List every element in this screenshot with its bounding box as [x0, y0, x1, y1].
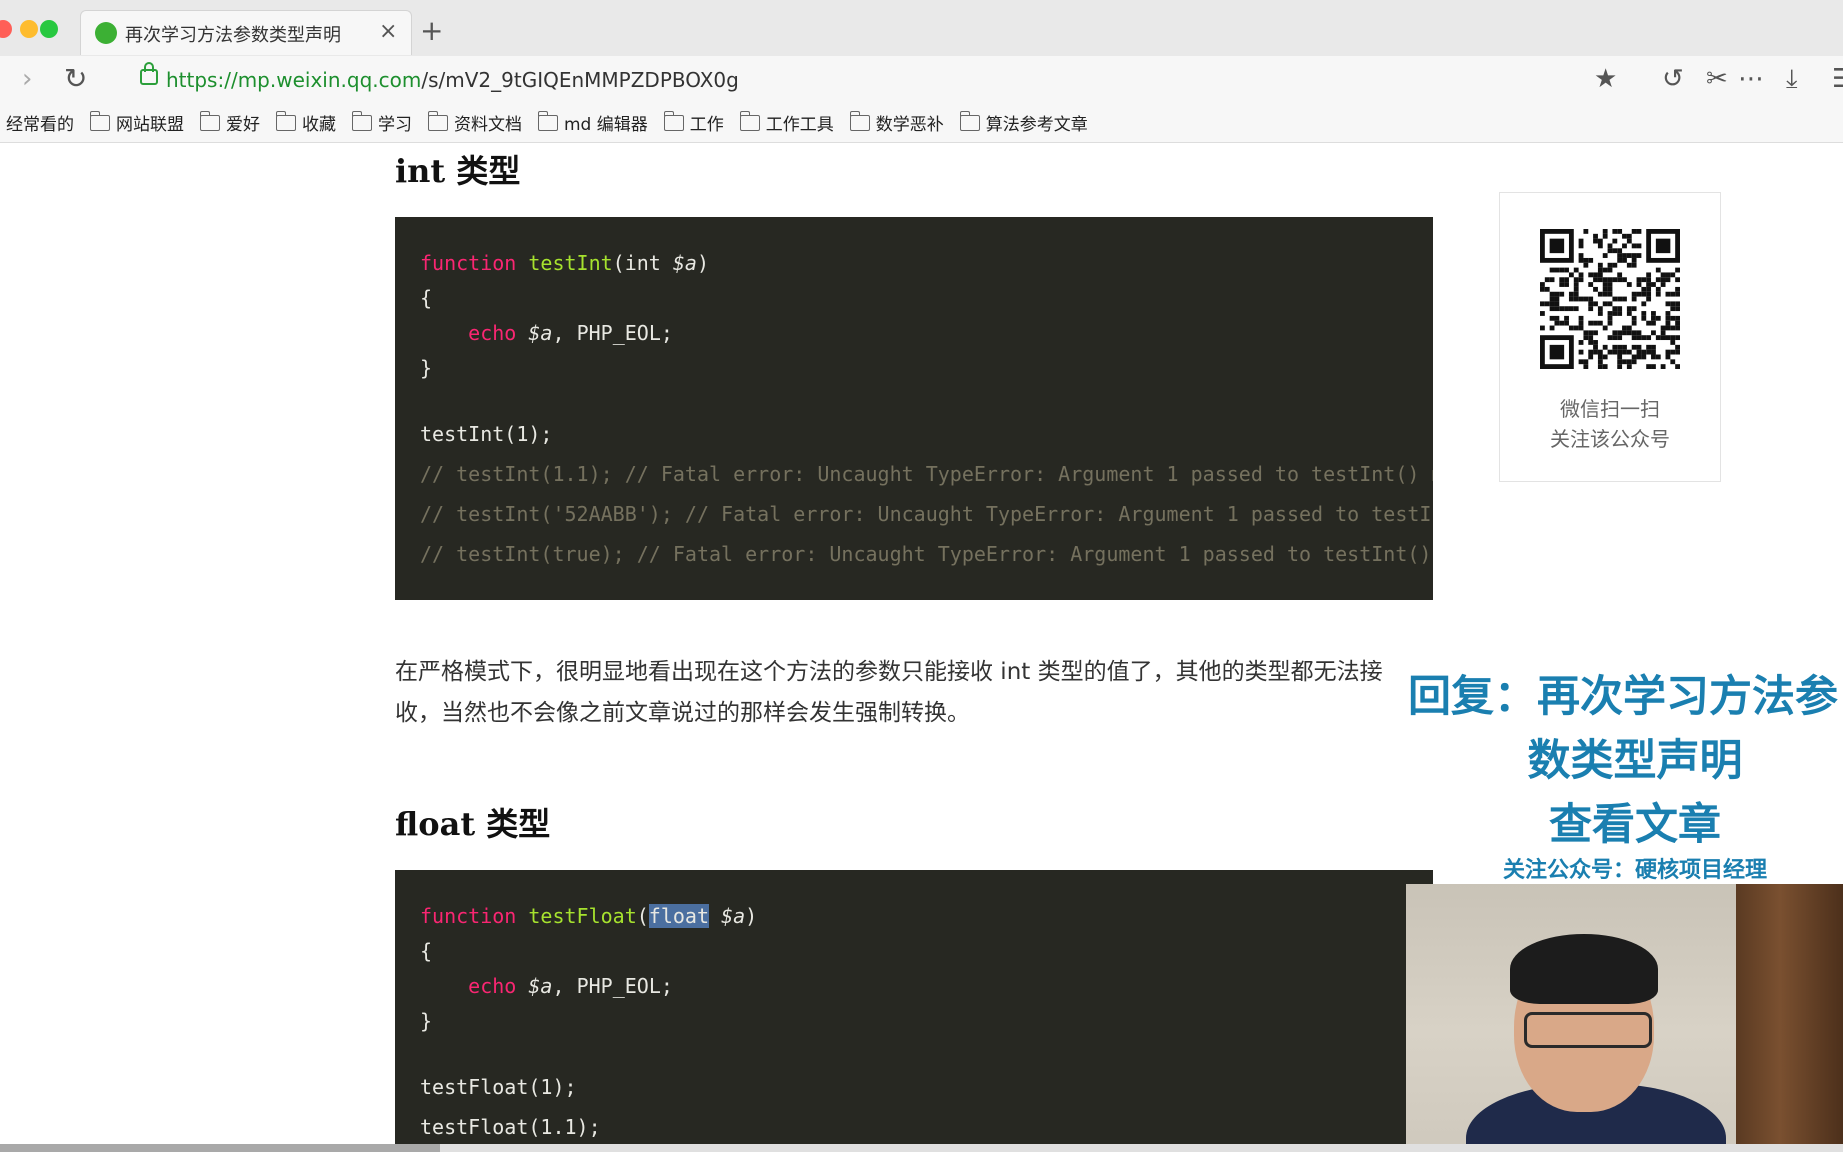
bookmark-star-icon[interactable]: ★ [1594, 64, 1617, 94]
active-tab[interactable]: 再次学习方法参数类型声明 × [80, 10, 412, 55]
code-line: } [420, 356, 433, 380]
overlay-line-1: 回复：再次学习方法参 [1408, 672, 1838, 722]
folder-icon [538, 110, 558, 131]
bookmark-item[interactable]: 资料文档 [428, 110, 522, 135]
bookmark-label: 网站联盟 [116, 115, 184, 135]
lock-icon [140, 62, 158, 85]
code-line: echo $a, PHP_EOL; [468, 974, 673, 998]
folder-icon [352, 110, 372, 131]
bookmark-label: 算法参考文章 [985, 115, 1088, 135]
scrollbar-thumb[interactable] [0, 1144, 440, 1152]
bookmark-label: 学习 [378, 115, 412, 135]
forward-icon[interactable]: › [22, 64, 32, 94]
new-tab-button[interactable]: + [420, 14, 443, 47]
folder-icon [200, 110, 220, 131]
minimize-window-button[interactable] [20, 20, 38, 38]
folder-icon [276, 110, 296, 131]
more-icon[interactable]: ⋯ [1738, 64, 1764, 94]
bookmark-item[interactable]: md 编辑器 [538, 110, 648, 135]
bookmark-item[interactable]: 爱好 [200, 110, 260, 135]
code-line: } [420, 1009, 433, 1033]
folder-icon [959, 110, 980, 131]
zoom-window-button[interactable] [40, 20, 58, 38]
bookmark-item[interactable]: 数学恶补 [849, 110, 944, 135]
bookmark-label: 经常看的 [6, 115, 74, 135]
code-comment-line: // testInt(1.1); // Fatal error: Uncaugh… [420, 462, 1433, 486]
bookmark-label: 工作 [689, 115, 724, 135]
code-line: testInt(1); [420, 422, 553, 446]
url-host: mp.weixin.qq.com [237, 68, 422, 92]
bookmark-item[interactable]: 工作工具 [739, 110, 834, 135]
code-line: { [420, 286, 433, 310]
code-comment-line: // testInt('52AABB'); // Fatal error: Un… [420, 502, 1433, 526]
code-comment-line: // testInt(true); // Fatal error: Uncaug… [420, 542, 1433, 566]
reload-icon[interactable]: ↻ [64, 62, 87, 95]
bookmarks-list: 经常看的 网站联盟 爱好 收藏 学习 资料文档 md 编辑器 工作 工作工具 数学恶补 算法参考文章 [6, 110, 1104, 135]
scissors-icon[interactable]: ✂ [1706, 64, 1728, 94]
presenter-hair [1510, 934, 1658, 1004]
bookmarks-bar: 经常看的 网站联盟 爱好 收藏 学习 资料文档 md 编辑器 工作 工作工具 数学恶补 算法参考文章 [0, 106, 1843, 143]
menu-icon[interactable]: ☰ [1832, 64, 1843, 94]
undo-icon[interactable]: ↺ [1662, 64, 1684, 94]
presenter-glasses [1524, 1012, 1652, 1048]
code-block-int: function testInt(int $a) { echo $a, PHP_… [395, 217, 1433, 600]
selected-text: float [648, 904, 710, 928]
overlay-line-3: 查看文章 [1549, 800, 1721, 850]
qr-code-image [1540, 229, 1680, 369]
webcam-video [1406, 884, 1843, 1152]
bookmark-label: 收藏 [302, 115, 336, 135]
folder-icon [428, 110, 448, 131]
heading-int-type: int 类型 [395, 152, 521, 190]
heading-float-type: float 类型 [395, 805, 551, 843]
overlay-line-2: 数类型声明 [1527, 736, 1743, 786]
wechat-icon [95, 22, 117, 44]
folder-icon [90, 110, 110, 131]
close-window-button[interactable] [0, 20, 12, 38]
bookmark-item[interactable]: 算法参考文章 [959, 110, 1088, 135]
close-tab-icon[interactable]: × [379, 19, 397, 44]
code-line: echo $a, PHP_EOL; [468, 321, 673, 345]
bookmark-label: 工作工具 [765, 115, 834, 135]
tab-title: 再次学习方法参数类型声明 [125, 25, 341, 46]
door-background [1736, 884, 1843, 1152]
url-path: /s/mV2_9tGIQEnMMPZDPBOX0g [421, 68, 739, 92]
bookmark-label: 数学恶补 [875, 115, 944, 135]
code-line: function testFloat(float $a) [420, 904, 758, 928]
url-input[interactable]: https://mp.weixin.qq.com/s/mV2_9tGIQEnMM… [166, 68, 739, 92]
bookmark-item[interactable]: 学习 [352, 110, 412, 135]
code-line: { [420, 939, 433, 963]
qr-code-panel: 微信扫一扫 关注该公众号 [1499, 192, 1721, 482]
bookmark-label: 资料文档 [454, 115, 522, 135]
folder-icon [739, 110, 760, 131]
folder-icon [849, 110, 870, 131]
tab-bar: 再次学习方法参数类型声明 × + [0, 0, 1843, 56]
bookmark-label: 爱好 [226, 115, 260, 135]
folder-icon [663, 110, 684, 131]
url-scheme: https:// [166, 68, 238, 92]
bookmark-item[interactable]: 工作 [663, 110, 724, 135]
address-toolbar: › ↻ https://mp.weixin.qq.com/s/mV2_9tGIQ… [0, 56, 1843, 107]
bookmark-item[interactable]: 经常看的 [6, 110, 74, 135]
bookmark-item[interactable]: 网站联盟 [90, 110, 184, 135]
code-block-float: function testFloat(float $a) { echo $a, … [395, 870, 1433, 1152]
bookmark-label: md 编辑器 [564, 115, 648, 135]
bookmark-item[interactable]: 收藏 [276, 110, 336, 135]
code-line: function testInt(int $a) [420, 251, 710, 275]
code-line: testFloat(1.1); [420, 1115, 601, 1139]
article-paragraph: 在严格模式下，很明显地看出现在这个方法的参数只能接收 int 类型的值了，其他的… [395, 659, 1383, 726]
code-line: testFloat(1); [420, 1075, 577, 1099]
qr-caption-follow: 关注该公众号 [1550, 427, 1670, 451]
overlay-footer: 关注公众号：硬核项目经理 [1502, 858, 1767, 883]
qr-caption-scan: 微信扫一扫 [1560, 397, 1660, 421]
download-icon[interactable]: ⤓ [1786, 64, 1798, 95]
